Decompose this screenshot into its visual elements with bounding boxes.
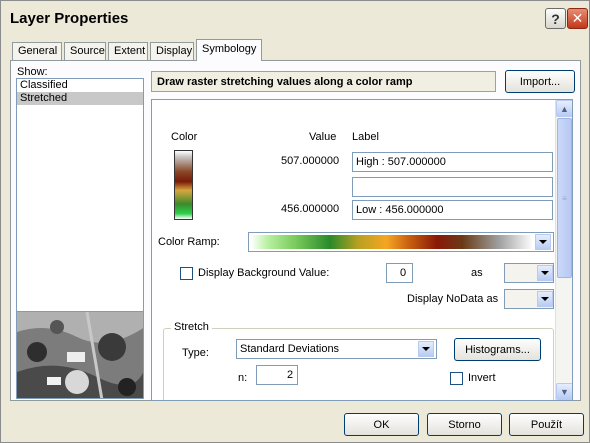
invert-label: Invert xyxy=(468,372,496,384)
background-value-field[interactable]: 0 xyxy=(386,263,413,283)
ok-button[interactable]: OK xyxy=(344,413,419,436)
show-item-stretched[interactable]: Stretched xyxy=(17,92,143,105)
low-label-field[interactable]: Low : 456.000000 xyxy=(352,200,553,220)
color-header: Color xyxy=(171,131,198,143)
scroll-up-icon[interactable]: ▲ xyxy=(556,100,572,117)
help-button[interactable]: ? xyxy=(545,8,566,29)
show-label: Show: xyxy=(17,66,48,78)
chevron-down-icon[interactable] xyxy=(537,265,553,281)
window-title: Layer Properties xyxy=(10,10,129,27)
layer-properties-window: Layer Properties ? ✕ General Source Exte… xyxy=(0,0,590,443)
tab-source[interactable]: Source xyxy=(64,42,106,61)
n-label: n: xyxy=(238,372,248,384)
as-label: as xyxy=(471,267,483,279)
stretch-group-title: Stretch xyxy=(171,321,212,333)
nodata-color-dropdown[interactable] xyxy=(504,289,554,309)
renderer-description: Draw raster stretching values along a co… xyxy=(151,71,496,92)
help-icon: ? xyxy=(551,10,560,27)
aerial-thumbnail-icon xyxy=(17,312,143,398)
stretch-settings-area: Color Value Label 507.000000 High : 507.… xyxy=(151,99,573,401)
tab-general[interactable]: General xyxy=(12,42,62,61)
display-background-checkbox[interactable] xyxy=(180,267,193,280)
title-bar[interactable]: Layer Properties ? ✕ xyxy=(1,1,589,35)
label-header: Label xyxy=(352,131,379,143)
chevron-down-icon[interactable] xyxy=(535,234,551,250)
value-header: Value xyxy=(309,131,337,143)
histograms-button[interactable]: Histograms... xyxy=(454,338,541,361)
show-item-classified[interactable]: Classified xyxy=(17,79,143,92)
low-value: 456.000000 xyxy=(281,203,340,215)
tab-extent[interactable]: Extent xyxy=(108,42,148,61)
cancel-button[interactable]: Storno xyxy=(427,413,502,436)
close-button[interactable]: ✕ xyxy=(567,8,588,29)
color-ramp-gradient xyxy=(251,235,533,249)
high-label-field[interactable]: High : 507.000000 xyxy=(352,152,553,172)
chevron-down-icon[interactable] xyxy=(537,291,553,307)
n-value-field[interactable]: 2 xyxy=(256,365,298,385)
import-button[interactable]: Import... xyxy=(505,70,575,93)
middle-label-field[interactable] xyxy=(352,177,553,197)
color-ramp-dropdown[interactable] xyxy=(248,232,554,252)
display-background-label: Display Background Value: xyxy=(198,267,330,279)
symbology-panel: Show: Classified Stretched Draw raster s… xyxy=(10,60,581,401)
chevron-down-icon[interactable] xyxy=(418,341,434,357)
background-color-dropdown[interactable] xyxy=(504,263,554,283)
tab-symbology[interactable]: Symbology xyxy=(196,39,262,61)
display-nodata-label: Display NoData as xyxy=(407,293,499,305)
vertical-scrollbar[interactable]: ▲ ≡ ▼ xyxy=(555,100,572,400)
close-icon: ✕ xyxy=(571,10,584,26)
color-ramp-label: Color Ramp: xyxy=(158,236,220,248)
stretch-type-dropdown[interactable]: Standard Deviations xyxy=(236,339,437,359)
tab-display[interactable]: Display xyxy=(150,42,194,61)
invert-checkbox[interactable] xyxy=(450,372,463,385)
stretch-type-value: Standard Deviations xyxy=(240,343,340,355)
scroll-thumb[interactable]: ≡ xyxy=(557,118,572,278)
apply-button[interactable]: Použít xyxy=(509,413,584,436)
color-ramp-swatch[interactable] xyxy=(174,150,193,220)
stretch-type-label: Type: xyxy=(182,347,209,359)
high-value: 507.000000 xyxy=(281,155,340,167)
scroll-down-icon[interactable]: ▼ xyxy=(556,383,572,400)
layer-preview-image xyxy=(16,311,144,399)
